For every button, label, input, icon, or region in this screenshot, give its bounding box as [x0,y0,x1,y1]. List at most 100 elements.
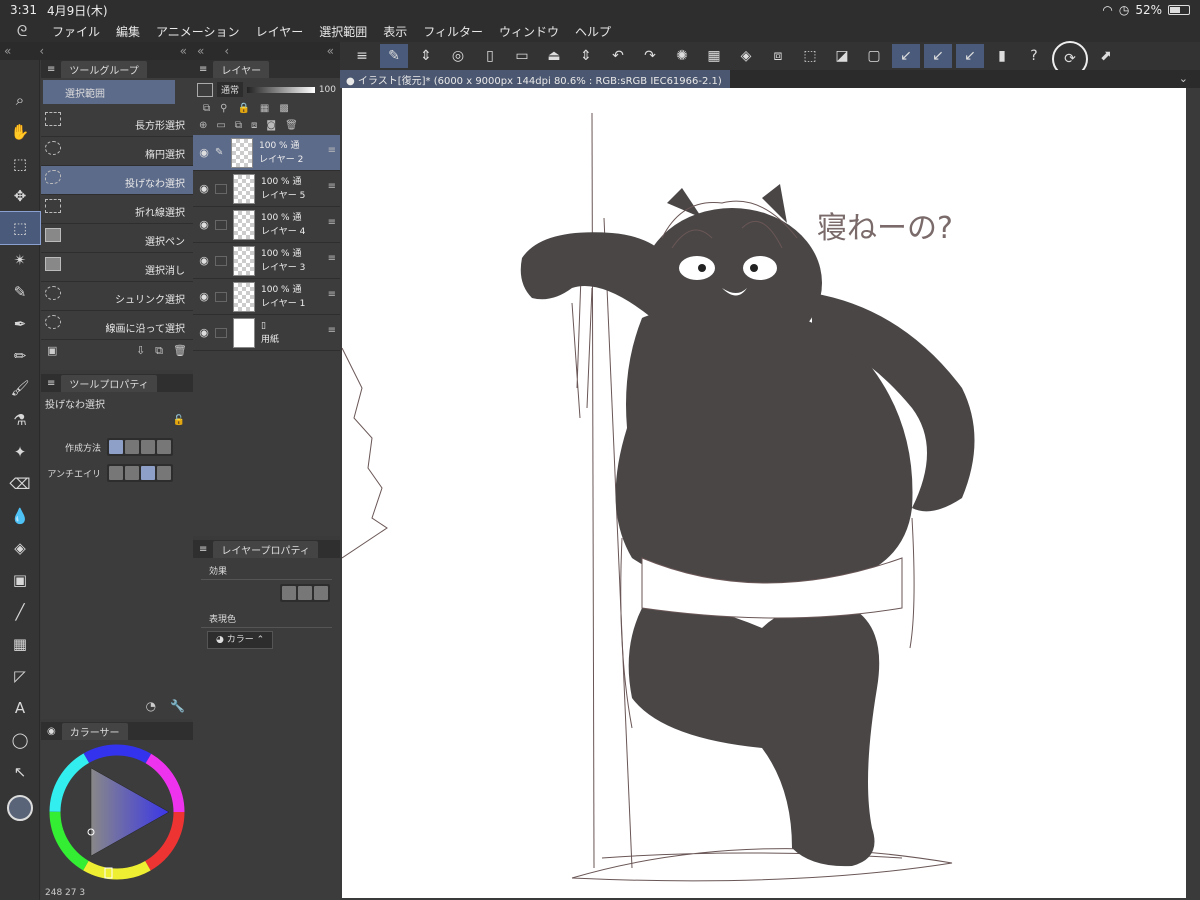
brush-tool-icon[interactable]: 🖌 [0,372,40,404]
tool-item-line-art-select[interactable]: 線画に沿って選択 [41,311,193,340]
help-icon[interactable]: ? [1020,44,1048,68]
menu-window[interactable]: ウィンドウ [491,23,567,40]
layer-property-title[interactable]: レイヤープロパティ [213,540,318,558]
trash-icon[interactable]: 🗑 [285,120,298,131]
tool-item-selection-pen[interactable]: 選択ペン [41,224,193,253]
fill-icon[interactable]: ◈ [732,44,760,68]
layer-row[interactable]: ◉ 100 % 通レイヤー 4 ≡ [193,207,340,243]
edit-icon[interactable]: ✎ [380,44,408,68]
edit-box[interactable] [215,255,227,266]
chevron-down-icon[interactable]: ⌄ [1179,72,1188,85]
wrench-icon[interactable]: 🔧 [170,699,185,713]
transform-icon[interactable]: ⧈ [764,44,792,68]
frame-tool-icon[interactable]: ▦ [0,628,40,660]
menu-icon[interactable]: ≡ [47,378,55,389]
collapse-icon[interactable]: « [180,44,187,58]
app-logo-icon[interactable]: ᘓ [0,22,44,40]
eye-icon[interactable]: ◉ [193,326,215,339]
fill-tool-icon[interactable]: ◈ [0,532,40,564]
layer-row[interactable]: ◉ 100 % 通レイヤー 1 ≡ [193,279,340,315]
antialias-selector[interactable] [107,464,173,482]
duplicate-icon[interactable]: ⧉ [155,344,163,358]
tool-item-shrink-select[interactable]: シュリンク選択 [41,282,193,311]
chevron-left-icon[interactable]: ‹ [224,44,229,58]
edit-box[interactable] [215,183,227,194]
menu-icon[interactable]: ≡ [328,181,336,192]
open-folder-icon[interactable]: ▭ [508,44,536,68]
layer-mask-icon[interactable]: ◙ [266,120,276,131]
tool-item-selection-eraser[interactable]: 選択消し [41,253,193,282]
show-selection-icon[interactable]: ▢ [860,44,888,68]
eye-icon[interactable]: ◉ [193,182,215,195]
color-wheel[interactable] [41,740,193,880]
undo-icon[interactable]: ↶ [604,44,632,68]
loading-icon[interactable]: ✺ [668,44,696,68]
color-panel-title[interactable]: カラーサー [61,722,128,740]
layer-row[interactable]: ◉ 100 % 通レイヤー 3 ≡ [193,243,340,279]
stepper-icon[interactable]: ⇕ [572,44,600,68]
balloon-tool-icon[interactable]: ◯ [0,724,40,756]
eye-icon[interactable]: ◉ [193,218,215,231]
move-tool-icon[interactable]: ✥ [0,180,40,212]
deselect-icon[interactable]: ⬚ [796,44,824,68]
tool-item-lasso-select[interactable]: 投げなわ選択 [41,166,193,195]
collapse-icon[interactable]: « [197,44,204,58]
menu-view[interactable]: 表示 [375,23,415,40]
brush-size-icon[interactable]: ↙ [924,44,952,68]
color-circle-icon[interactable]: ◉ [47,726,56,737]
edit-box[interactable] [215,327,227,338]
airbrush-tool-icon[interactable]: ⚗ [0,404,40,436]
edit-box[interactable] [215,219,227,230]
fullscreen-icon[interactable]: ⬈ [1092,44,1120,68]
menu-icon[interactable]: ≡ [328,325,336,336]
merge-icon[interactable]: ⧈ [251,120,257,131]
collapse-icon[interactable]: « [327,44,334,58]
tool-settings-icon[interactable]: ▣ [47,344,57,358]
new-layer-icon[interactable]: ⊕ [199,120,207,131]
menu-animation[interactable]: アニメーション [148,23,248,40]
reference-icon[interactable]: ⚲ [220,103,227,114]
opacity-value[interactable]: 100 [319,85,336,95]
menu-icon[interactable]: ≡ [328,217,336,228]
trash-icon[interactable]: 🗑 [173,344,187,358]
transparency-lock-icon[interactable]: ▦ [260,103,269,114]
import-icon[interactable]: ⇩ [136,344,145,358]
menu-selection[interactable]: 選択範囲 [311,23,375,40]
document-tab[interactable]: ● イラスト[復元]* (6000 x 9000px 144dpi 80.6% … [340,70,730,88]
color-mode-select[interactable]: ◕ カラー ⌃ [207,631,274,649]
edit-box[interactable] [215,291,227,302]
text-tool-icon[interactable]: A [0,692,40,724]
lock-icon[interactable]: 🔓 [41,415,193,426]
selection-tool-icon[interactable]: ⬚ [0,211,41,245]
stabilizer-icon[interactable]: ↙ [892,44,920,68]
effect-selector[interactable] [280,584,330,602]
color-triangle[interactable] [91,768,169,856]
tool-item-rect-select[interactable]: 長方形選択 [41,108,193,137]
gradient-tool-icon[interactable]: ▣ [0,564,40,596]
menu-icon[interactable]: ≡ [47,64,55,75]
tool-item-polyline-select[interactable]: 折れ線選択 [41,195,193,224]
collapse-icon[interactable]: « [4,44,11,58]
menu-icon[interactable]: ≡ [199,544,207,555]
hamburger-menu-icon[interactable]: ≡ [348,44,376,68]
blend-tool-icon[interactable]: 💧 [0,500,40,532]
copy-layer-icon[interactable]: ⧉ [235,120,242,131]
stepper-icon[interactable]: ⇕ [412,44,440,68]
device-icon[interactable]: ▮ [988,44,1016,68]
eye-icon[interactable]: ◉ [193,146,215,159]
zoom-tool-icon[interactable]: ⌕ [0,84,40,116]
lock-icon[interactable]: 🔒 [237,103,249,114]
menu-filter[interactable]: フィルター [415,23,491,40]
pressure-icon[interactable]: ↙ [956,44,984,68]
invert-selection-icon[interactable]: ◪ [828,44,856,68]
export-icon[interactable]: ⏏ [540,44,568,68]
tool-item-ellipse-select[interactable]: 楕円選択 [41,137,193,166]
mask-icon[interactable]: ▩ [279,103,288,114]
eye-icon[interactable]: ◉ [193,254,215,267]
layer-row[interactable]: ◉ ✎ 100 % 通レイヤー 2 ≡ [193,135,340,171]
menu-icon[interactable]: ≡ [199,64,207,75]
menu-edit[interactable]: 編集 [108,23,148,40]
color-swatch-icon[interactable] [0,788,40,828]
menu-icon[interactable]: ≡ [328,289,336,300]
blend-mode-select[interactable]: 通常 [217,82,244,97]
